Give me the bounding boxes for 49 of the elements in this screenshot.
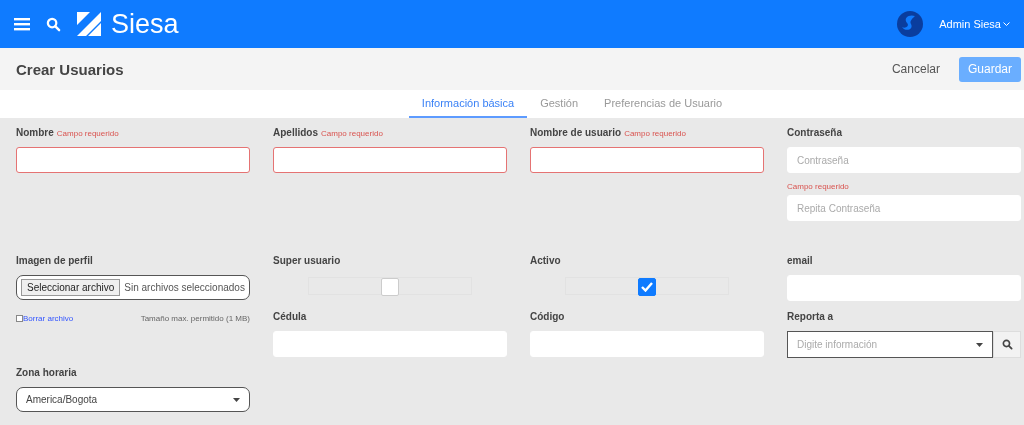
text-field[interactable] [16,147,250,173]
search-button[interactable] [993,331,1021,358]
brand-name: Siesa [111,8,179,40]
search-button[interactable] [46,16,61,32]
field-label: Contraseña [787,127,842,138]
required-note: Campo requerido [787,182,850,191]
field-label: Nombre [16,127,54,138]
chevron-icon [1003,21,1010,27]
avatar-icon [897,11,924,37]
field-label: Super usuario [273,255,341,266]
tab[interactable]: Información básica [408,90,528,118]
file-field[interactable]: Seleccionar archivo Sin archivos seleccionados [16,275,250,300]
required-note: Campo requerido [56,129,119,138]
search-icon [1001,339,1013,350]
timezone-select[interactable]: America/Bogota [16,387,250,412]
field-label: Reporta a [787,311,834,322]
menu-icon[interactable] [14,17,30,31]
password-field[interactable]: Contraseña [787,147,1021,173]
tab[interactable]: Preferencias de Usuario [591,90,736,118]
field-label: Nombre de usuario [530,127,622,138]
search-icon [46,16,61,32]
caret-icon [976,342,983,347]
delete-file-link[interactable]: Borrar archivo [16,314,74,323]
checkbox[interactable] [381,278,399,296]
field-label: Activo [530,255,561,266]
text-field[interactable] [273,147,507,173]
tab[interactable]: Gestión [527,90,592,118]
field-label: Apellidos [273,127,318,138]
field-label: Código [530,311,565,322]
cancel-button[interactable]: Cancelar [882,56,949,82]
select-file-button[interactable]: Seleccionar archivo [21,279,121,296]
required-note: Campo requerido [321,129,383,138]
caret-icon [233,397,240,402]
checkbox[interactable] [16,315,23,322]
checkbox[interactable] [638,278,656,296]
size-hint: Tamaño max. permitido (1 MB) [140,314,250,323]
required-note: Campo requerido [624,129,686,138]
checkmark-icon [641,282,653,292]
field-label: Imagen de perfil [16,255,93,266]
text-field[interactable] [530,147,764,173]
field-label: Cédula [273,311,307,322]
lookup-select[interactable]: Digite información [787,331,993,358]
repeat-password-field[interactable]: Repita Contraseña [787,195,1021,221]
field-label: email [787,255,813,266]
user-menu[interactable]: Admin Siesa [939,18,1010,30]
logo-icon [77,12,101,36]
page-title: Crear Usuarios [16,60,124,78]
file-status: Sin archivos seleccionados [124,282,245,293]
field-label: Zona horaria [16,367,77,378]
